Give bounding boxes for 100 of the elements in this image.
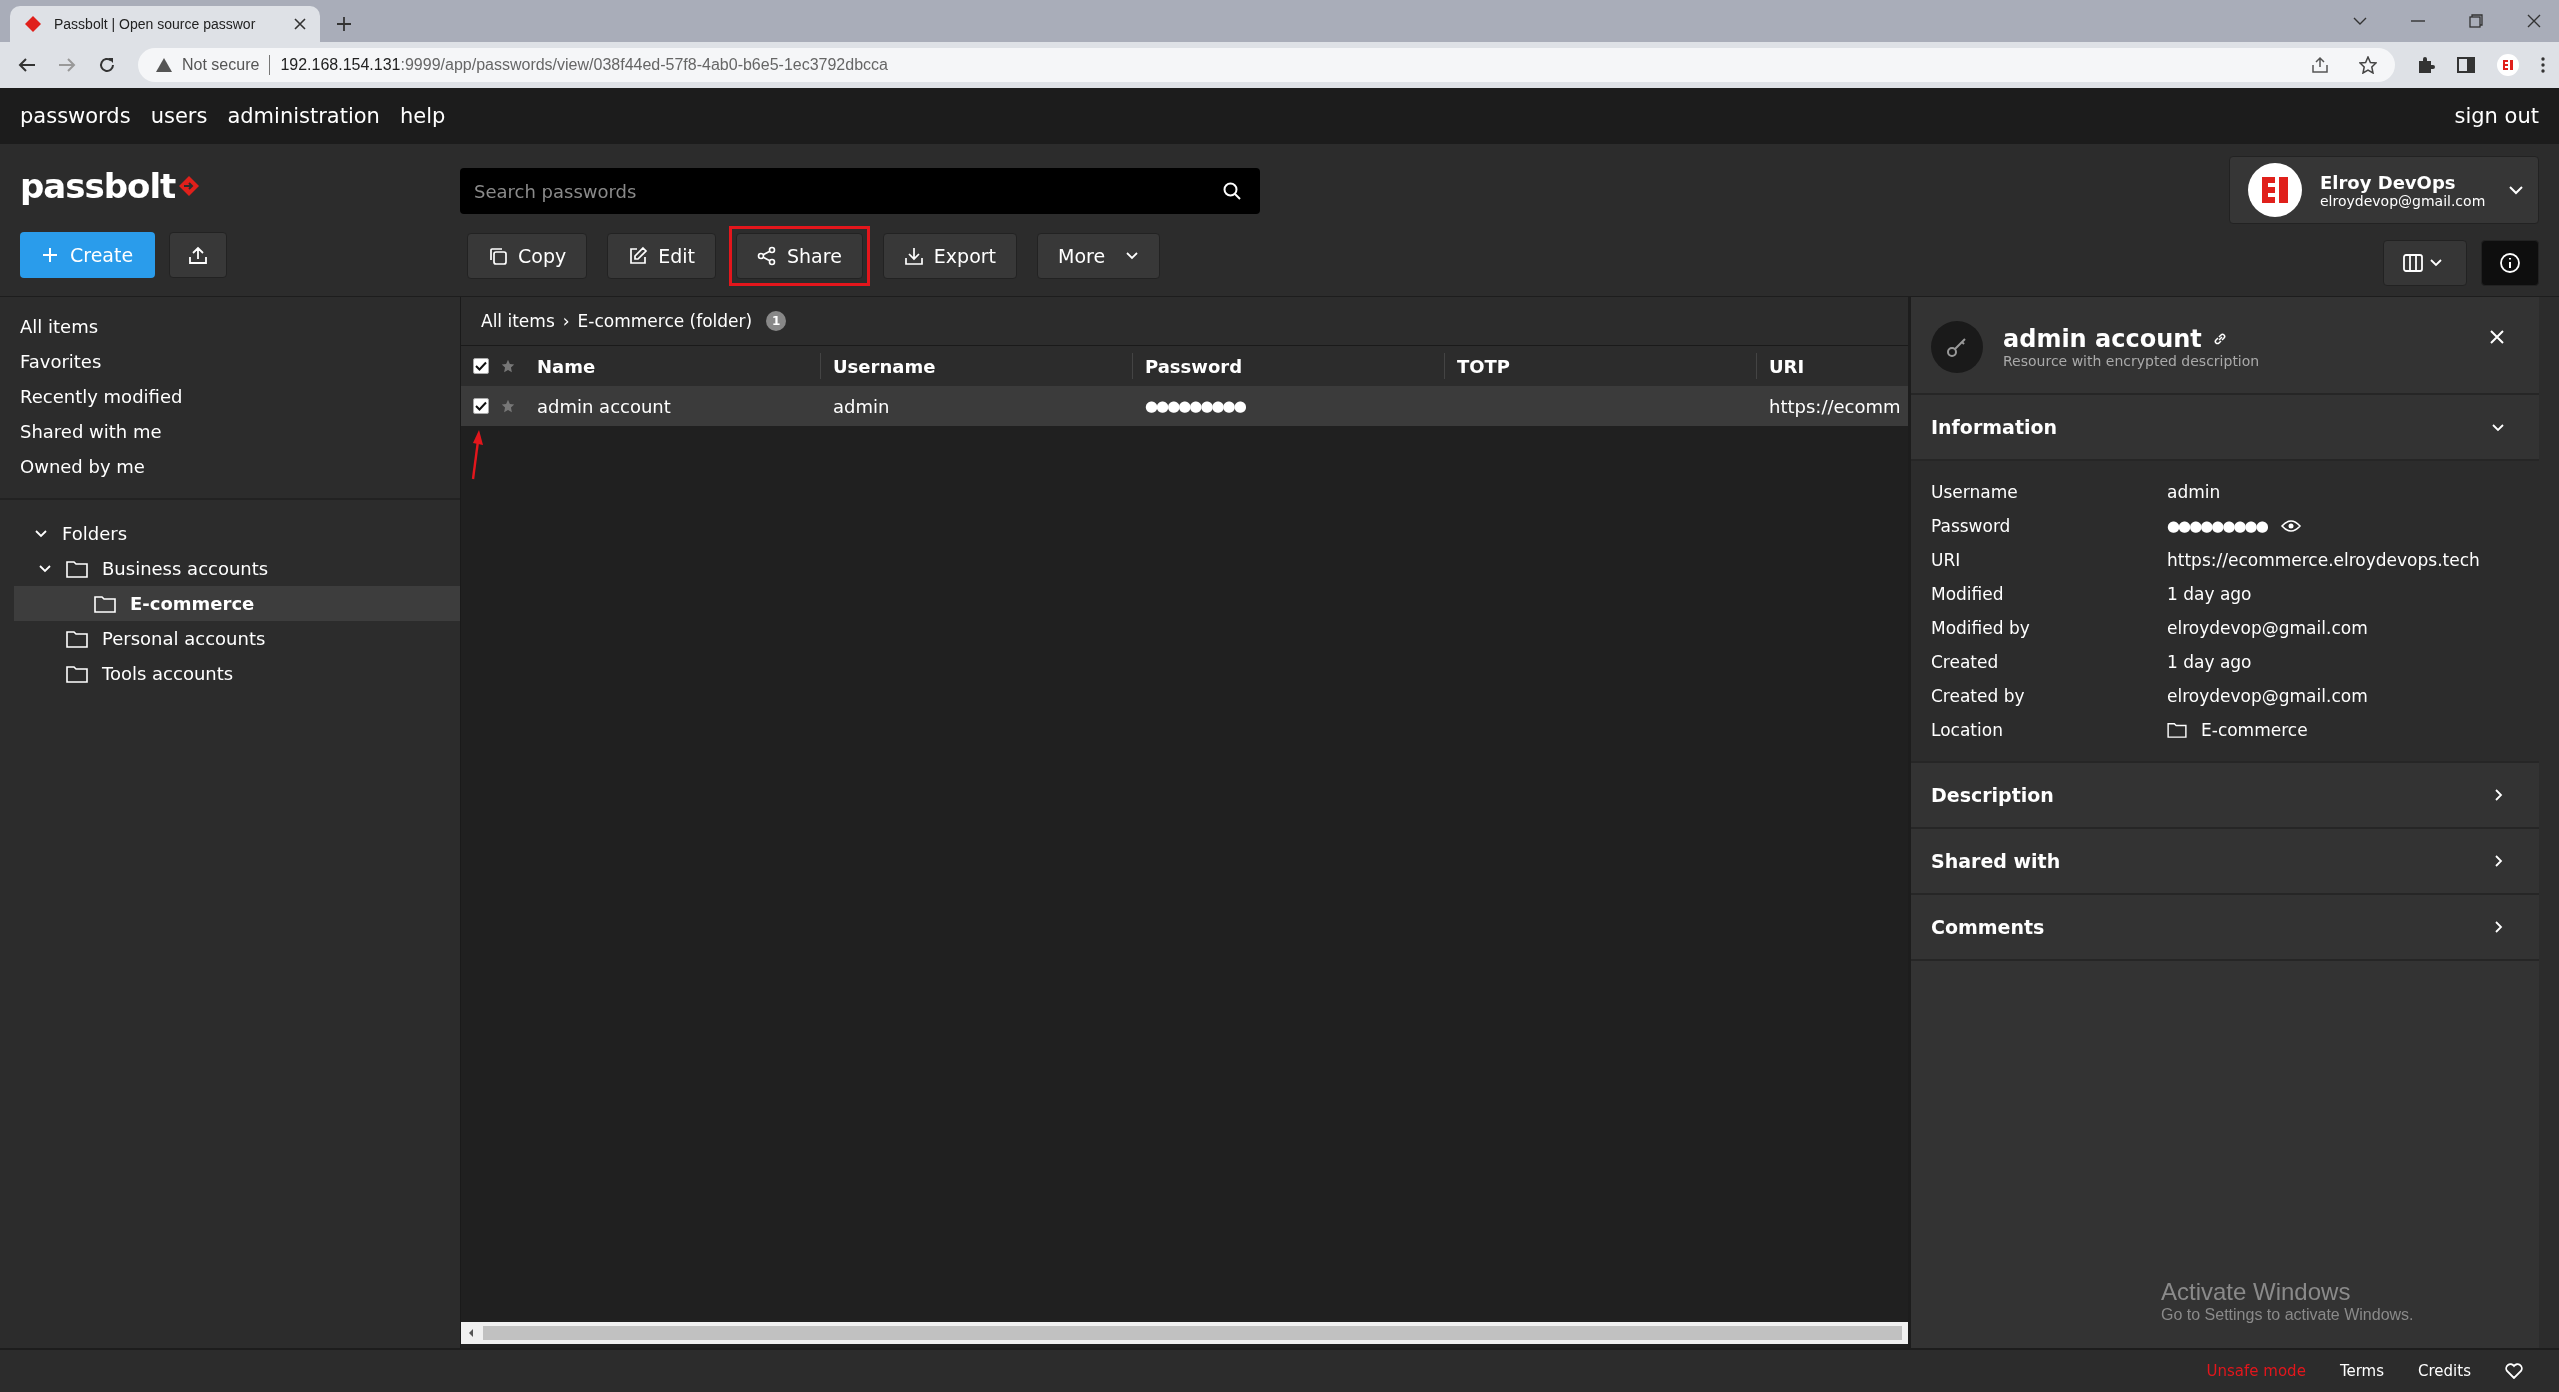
upload-button[interactable] bbox=[169, 232, 228, 278]
avatar-icon bbox=[2248, 163, 2302, 217]
info-button[interactable] bbox=[2481, 240, 2539, 286]
star-icon bbox=[501, 359, 515, 373]
breadcrumb-link[interactable]: All items bbox=[481, 311, 555, 331]
table-cell-text: admin account bbox=[536, 395, 672, 417]
folder-item[interactable]: Tools accounts bbox=[102, 663, 234, 684]
filter-link[interactable]: Owned by me bbox=[0, 449, 460, 484]
sign-out-link[interactable]: sign out bbox=[2454, 104, 2539, 128]
field-value: elroydevop@gmail.com bbox=[2167, 618, 2368, 638]
new-tab-icon[interactable] bbox=[336, 16, 352, 32]
chevron-down-icon[interactable] bbox=[34, 528, 48, 539]
field-value: elroydevop@gmail.com bbox=[2167, 686, 2368, 706]
logo-icon bbox=[177, 174, 202, 198]
row-checkbox[interactable] bbox=[473, 398, 489, 414]
field-label: Password bbox=[1931, 516, 2012, 536]
section-header[interactable]: Description bbox=[1911, 763, 2539, 829]
close-icon[interactable] bbox=[2527, 14, 2541, 28]
nav-link[interactable]: administration bbox=[227, 104, 380, 128]
reload-icon[interactable] bbox=[98, 56, 116, 74]
star-icon[interactable] bbox=[501, 399, 515, 413]
search-icon bbox=[1222, 181, 1242, 201]
column-header[interactable]: URI bbox=[1757, 353, 1908, 379]
puzzle-icon[interactable] bbox=[2417, 56, 2435, 74]
breadcrumb-current: E-commerce (folder) bbox=[577, 311, 753, 331]
folders-heading[interactable]: Folders bbox=[62, 523, 127, 544]
url-text: 192.168.154.131:9999/app/passwords/view/038f44ed-57f8-4ab0-b6e5-1ec3792dbcca bbox=[280, 56, 888, 74]
sidebar-icon[interactable] bbox=[2457, 57, 2475, 73]
close-icon[interactable] bbox=[294, 18, 306, 30]
address-field[interactable]: Not secure 192.168.154.131:9999/app/passwords/view/038f44ed-57f8-4ab0-b6e5-1ec3792dbcca bbox=[138, 48, 2395, 82]
link-icon[interactable] bbox=[2211, 331, 2228, 347]
folder-item[interactable]: Business accounts bbox=[102, 558, 269, 579]
footer-link[interactable]: Credits bbox=[2418, 1362, 2471, 1380]
chevron-down-icon[interactable] bbox=[2353, 16, 2367, 26]
toolbar-button[interactable]: Share bbox=[736, 233, 863, 279]
column-header[interactable]: Username bbox=[821, 353, 1133, 379]
column-header[interactable]: TOTP bbox=[1445, 353, 1757, 379]
field-label: Created by bbox=[1931, 686, 2026, 706]
footer-link[interactable]: Terms bbox=[2339, 1362, 2385, 1380]
logo-icon bbox=[24, 15, 42, 33]
folder-item[interactable]: E-commerce bbox=[130, 593, 255, 614]
column-header[interactable]: Name bbox=[525, 353, 821, 379]
field-label: URI bbox=[1931, 550, 1962, 570]
profile-icon[interactable] bbox=[2497, 54, 2519, 76]
folder-icon bbox=[66, 559, 88, 578]
folder-icon bbox=[66, 664, 88, 683]
toolbar-button[interactable]: More bbox=[1037, 233, 1161, 279]
key-icon bbox=[1931, 321, 1983, 373]
menu-icon[interactable] bbox=[2541, 57, 2545, 73]
field-value: 1 day ago bbox=[2167, 652, 2252, 672]
resource-title: admin account bbox=[2003, 325, 2202, 353]
filter-link[interactable]: All items bbox=[0, 309, 460, 344]
warning-icon bbox=[156, 58, 172, 72]
filter-link[interactable]: Recently modified bbox=[0, 379, 460, 414]
columns-button[interactable] bbox=[2383, 240, 2467, 286]
folder-icon bbox=[66, 629, 88, 648]
search-field[interactable]: Search passwords bbox=[460, 168, 1260, 214]
count-badge: 1 bbox=[766, 311, 787, 331]
toolbar-button[interactable]: Copy bbox=[467, 233, 588, 279]
edit-icon bbox=[628, 246, 649, 266]
breadcrumb-separator: › bbox=[562, 311, 570, 331]
table-cell-text: admin bbox=[832, 395, 891, 417]
heart-icon[interactable] bbox=[2505, 1363, 2523, 1379]
folder-icon bbox=[2167, 722, 2187, 738]
restore-icon[interactable] bbox=[2469, 14, 2483, 28]
toolbar-button[interactable]: Export bbox=[882, 233, 1018, 279]
browser-tab[interactable]: Passbolt | Open source passwor bbox=[10, 6, 320, 42]
filter-link[interactable]: Shared with me bbox=[0, 414, 460, 449]
nav-link[interactable]: help bbox=[399, 104, 446, 128]
eye-icon[interactable] bbox=[2280, 519, 2301, 533]
horizontal-scrollbar[interactable] bbox=[461, 1322, 1908, 1344]
select-all-checkbox[interactable] bbox=[473, 358, 489, 374]
star-icon[interactable] bbox=[2359, 56, 2377, 74]
toolbar-button[interactable]: Edit bbox=[607, 233, 716, 279]
chevron-down-icon[interactable] bbox=[38, 563, 52, 574]
section-header[interactable]: Comments bbox=[1911, 895, 2539, 961]
field-label: Modified bbox=[1931, 584, 2005, 604]
field-value: E-commerce bbox=[2201, 720, 2308, 740]
annotation-arrow bbox=[469, 429, 483, 481]
user-menu[interactable]: Elroy DevOps elroydevop@gmail.com bbox=[2229, 156, 2539, 224]
security-label: Not secure bbox=[182, 56, 260, 74]
download-icon bbox=[903, 246, 924, 266]
back-icon[interactable] bbox=[18, 57, 36, 73]
activation-notice-title: Activate Windows bbox=[2161, 1278, 2352, 1306]
table-cell-text: https://ecomm bbox=[1768, 395, 1902, 417]
folder-item[interactable]: Personal accounts bbox=[102, 628, 266, 649]
nav-link[interactable]: users bbox=[150, 104, 208, 128]
filter-link[interactable]: Favorites bbox=[0, 344, 460, 379]
logo-text: passbolt bbox=[20, 166, 176, 206]
field-label: Username bbox=[1931, 482, 2019, 502]
copy-icon bbox=[488, 246, 508, 266]
activation-notice-text: Go to Settings to activate Windows. bbox=[2161, 1306, 2415, 1324]
user-name: Elroy DevOps bbox=[2320, 171, 2457, 193]
column-header[interactable]: Password bbox=[1133, 353, 1445, 379]
field-label: Modified by bbox=[1931, 618, 2031, 638]
section-header[interactable]: Shared with bbox=[1911, 829, 2539, 895]
nav-link[interactable]: passwords bbox=[20, 104, 131, 128]
scroll-left-icon[interactable] bbox=[467, 1328, 475, 1338]
share-icon[interactable] bbox=[2311, 56, 2329, 74]
folder-icon bbox=[94, 594, 116, 613]
